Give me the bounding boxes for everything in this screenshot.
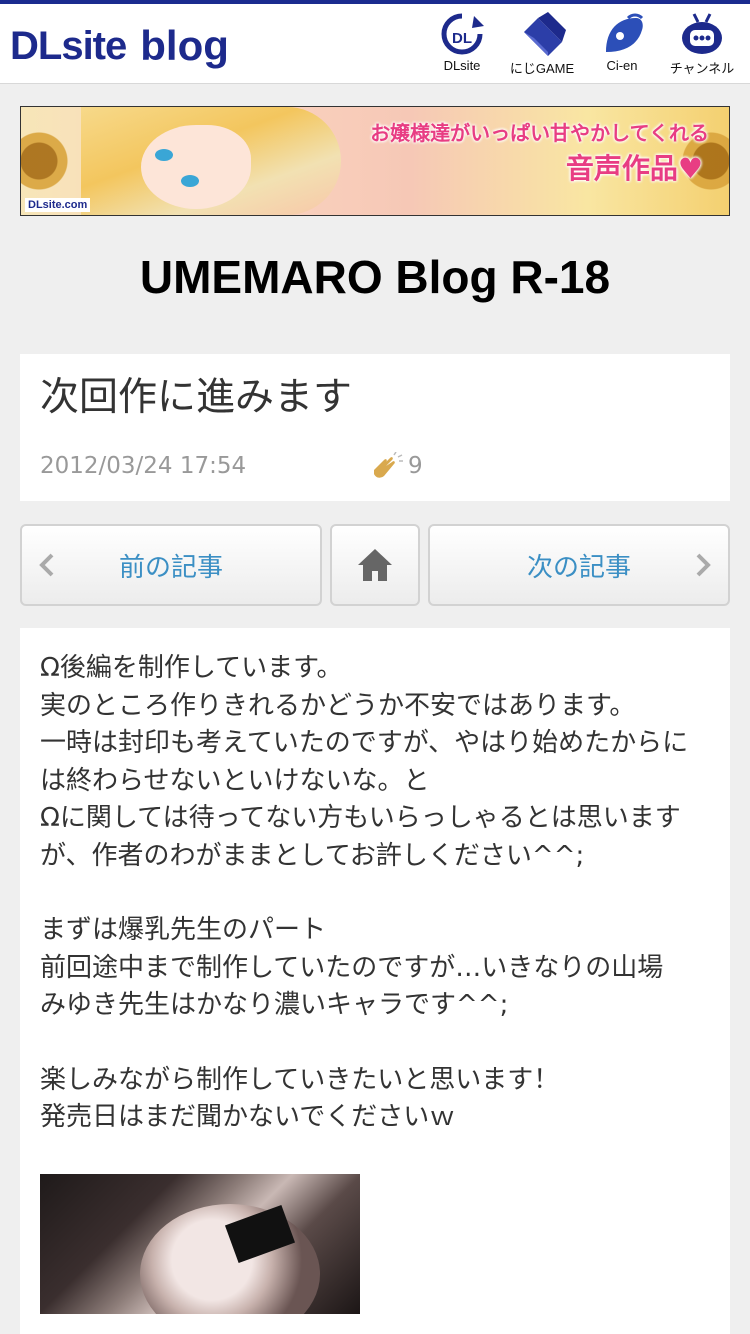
nav-dlsite[interactable]: DL DLsite <box>422 12 502 80</box>
banner-face <box>141 125 251 209</box>
clap-count: 9 <box>408 453 423 479</box>
nav-label: にじGAME <box>509 61 575 76</box>
banner-copy-line1: お嬢様達がいっぱい甘やかしてくれる <box>370 121 709 145</box>
blog-title[interactable]: UMEMARO Blog R-18 <box>0 250 750 304</box>
banner-copy-line2: 音声作品♥ <box>565 152 703 185</box>
cien-icon <box>606 13 644 52</box>
post-paragraph: まずは爆乳先生のパート 前回途中まで制作していたのですが…いきなりの山場 みゆき… <box>40 915 664 1020</box>
svg-text:DL: DL <box>452 30 472 47</box>
nav-nijigame[interactable]: にじGAME <box>502 12 582 80</box>
post-title: 次回作に進みます <box>40 375 353 420</box>
prev-article-button[interactable]: 前の記事 <box>20 524 322 606</box>
nav-channel[interactable]: チャンネル <box>662 12 742 80</box>
clap-icon <box>374 452 403 478</box>
site-header: DLsite blog DL DLsite にじGAME Ci-en チャンネル <box>0 0 750 84</box>
article-navigation: 前の記事 次の記事 <box>20 524 730 608</box>
dlsite-blog-logo[interactable]: DLsite blog <box>10 14 229 70</box>
service-nav: DL DLsite にじGAME Ci-en チャンネル <box>422 12 742 80</box>
home-button[interactable] <box>330 524 420 606</box>
chevron-left-icon <box>39 553 54 577</box>
post-header: 次回作に進みます 2012/03/24 17:54 9 <box>20 354 730 501</box>
nav-label: チャンネル <box>669 61 735 76</box>
clap-button[interactable]: 9 <box>370 452 423 480</box>
chevron-right-icon <box>696 553 711 577</box>
ad-banner[interactable]: お嬢様達がいっぱい甘やかしてくれる 音声作品♥ DLsite.com <box>20 106 730 216</box>
logo-sub: blog <box>140 22 229 69</box>
post-paragraph: 楽しみながら制作していきたいと思います！ 発売日はまだ聞かないでくださいｗ <box>40 1064 560 1133</box>
logo-main: DLsite <box>10 24 127 68</box>
nav-label: Ci-en <box>606 58 638 73</box>
banner-eye <box>181 175 199 187</box>
post-paragraph: Ω後編を制作しています。 実のところ作りきれるかどうか不安ではあります。 一時は… <box>40 653 689 871</box>
next-article-label: 次の記事 <box>526 552 631 583</box>
prev-article-label: 前の記事 <box>118 552 223 583</box>
nav-label: DLsite <box>443 58 481 73</box>
nav-cien[interactable]: Ci-en <box>582 12 662 80</box>
channel-icon <box>682 13 722 54</box>
post-date: 2012/03/24 17:54 <box>40 453 247 479</box>
home-icon <box>358 549 392 581</box>
post-body: Ω後編を制作しています。 実のところ作りきれるかどうか不安ではあります。 一時は… <box>20 628 730 1334</box>
post-image-subject <box>140 1203 320 1314</box>
dlsite-icon: DL <box>441 13 484 55</box>
banner-brand: DLsite.com <box>25 198 91 212</box>
post-meta: 2012/03/24 17:54 9 <box>40 452 710 480</box>
post-image[interactable] <box>40 1173 360 1314</box>
next-article-button[interactable]: 次の記事 <box>428 524 730 606</box>
nijigame-icon <box>524 12 566 56</box>
banner-eye <box>155 149 173 161</box>
